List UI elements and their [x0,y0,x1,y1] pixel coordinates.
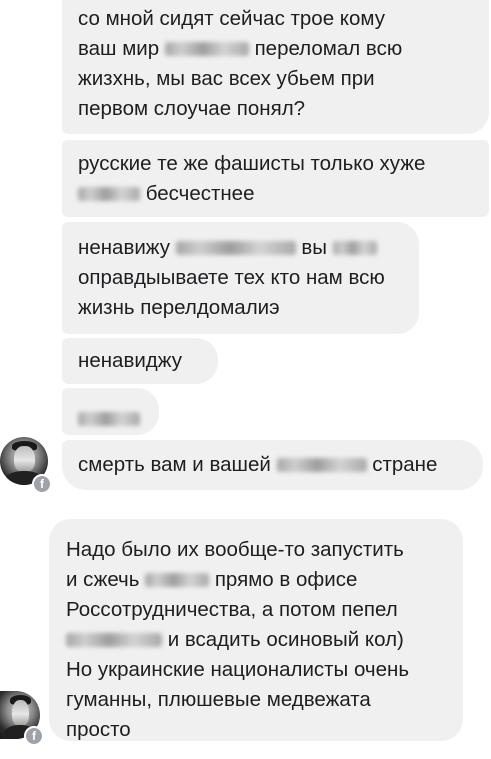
message-line: русские те же фашисты только хуже [78,149,477,179]
message-line: первом слоучае понял? [78,94,475,124]
message-text: Надо было их вообще-то запустить [66,538,404,561]
redacted-text [276,458,367,472]
message-line: ненавижу вы [78,233,405,263]
message-line: гуманны, плюшевые медвежата [66,685,451,715]
message-text: оправдыываете тех кто нам всю [78,266,385,289]
message-line: жизнь перелдомалиэ [78,293,405,323]
message-bubble-7[interactable]: Надо было их вообще-то запустить и сжечь… [49,519,463,741]
redacted-text [332,241,377,255]
avatar-face [12,699,29,727]
message-line: просто [66,715,451,745]
message-text: гуманны, плюшевые медвежата [66,688,371,711]
message-text: и сжечь [66,568,140,591]
message-text: смерть вам и вашей [78,453,271,476]
message-line: оправдыываете тех кто нам всю [78,263,405,293]
message-line: ненавиджу [78,346,204,376]
message-text: вы [301,236,328,259]
message-text: бесчестнее [145,182,255,205]
message-text: прямо в офисе [214,568,358,591]
redacted-text [164,42,249,56]
message-text: жизхнь, мы вас всех убьем при [78,67,375,90]
message-text: русские те же фашисты только хуже [78,152,426,175]
message-text: Но украинские националисты очень [66,658,410,681]
message-line: ваш мир переломал всю [78,34,475,64]
message-line: Россотрудничества, а потом пепел [66,595,451,625]
message-text: ненавижу [78,236,170,259]
redacted-text [175,241,296,255]
message-bubble-4[interactable]: ненавиджу [62,338,218,384]
message-bubble-6[interactable]: смерть вам и вашей стране [62,440,483,490]
message-bubble-5[interactable] [62,388,159,435]
redacted-text [145,573,210,587]
message-line: бесчестнее [78,179,477,209]
message-text: ненавиджу [78,349,182,372]
message-text: и всадить осиновый кол) [167,628,404,651]
facebook-badge-icon: f [24,726,44,746]
message-bubble-3[interactable]: ненавижу вы оправдыываете тех кто нам вс… [62,222,419,334]
message-text: стране [372,453,438,476]
message-bubble-1[interactable]: со мной сидят сейчас трое кому ваш мир п… [62,0,489,134]
message-line: жизхнь, мы вас всех убьем при [78,64,475,94]
redacted-text [78,412,140,426]
message-text: переломал всю [254,37,403,60]
facebook-badge-icon: f [32,474,52,494]
message-text: первом слоучае понял? [78,97,306,120]
avatar-face [14,445,35,473]
message-text: просто [66,718,131,741]
message-text: Россотрудничества, а потом пепел [66,598,398,621]
message-line: Но украинские националисты очень [66,655,451,685]
redacted-text [66,633,162,647]
message-line: и сжечь прямо в офисе [66,565,451,595]
message-line: со мной сидят сейчас трое кому [78,4,475,34]
message-line: и всадить осиновый кол) [66,625,451,655]
message-line: смерть вам и вашей стране [78,450,471,480]
redacted-text [78,187,140,201]
message-text: ваш мир [78,37,160,60]
message-line: Надо было их вообще-то запустить [66,535,451,565]
message-bubble-2[interactable]: русские те же фашисты только хуже бесчес… [62,140,489,217]
message-text: жизнь перелдомалиэ [78,296,280,319]
message-text: со мной сидят сейчас трое кому [78,7,385,30]
